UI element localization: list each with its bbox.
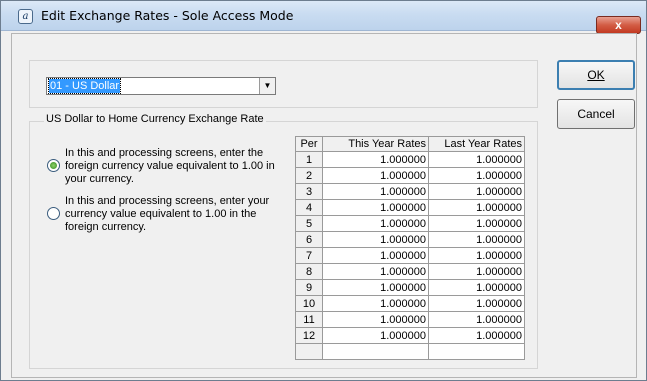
- cancel-button[interactable]: Cancel: [557, 99, 635, 129]
- radio-foreign-equivalent[interactable]: [47, 159, 60, 172]
- per-cell: 3: [295, 183, 323, 200]
- last-year-rate-cell[interactable]: 1.000000: [428, 167, 525, 184]
- table-row: 4 1.000000 1.000000: [295, 199, 525, 216]
- last-year-rate-cell[interactable]: 1.000000: [428, 215, 525, 232]
- per-cell: 5: [295, 215, 323, 232]
- per-cell: 6: [295, 231, 323, 248]
- window-title: Edit Exchange Rates - Sole Access Mode: [41, 8, 294, 23]
- this-year-rate-cell[interactable]: 1.000000: [322, 279, 429, 296]
- per-cell: 12: [295, 327, 323, 344]
- table-row: 12 1.000000 1.000000: [295, 327, 525, 344]
- last-year-rate-cell[interactable]: 1.000000: [428, 199, 525, 216]
- this-year-rate-cell[interactable]: 1.000000: [322, 327, 429, 344]
- title-bar[interactable]: a Edit Exchange Rates - Sole Access Mode…: [1, 1, 646, 34]
- per-cell: 8: [295, 263, 323, 280]
- table-row: [295, 343, 525, 360]
- per-cell: 1: [295, 151, 323, 168]
- per-cell: 7: [295, 247, 323, 264]
- this-year-rate-cell[interactable]: 1.000000: [322, 167, 429, 184]
- table-row: 11 1.000000 1.000000: [295, 311, 525, 328]
- this-year-rate-cell[interactable]: 1.000000: [322, 183, 429, 200]
- this-year-rate-cell[interactable]: 1.000000: [322, 311, 429, 328]
- this-year-rate-cell[interactable]: 1.000000: [322, 263, 429, 280]
- radio-foreign-equivalent-label[interactable]: In this and processing screens, enter th…: [65, 147, 285, 186]
- radio-home-equivalent[interactable]: [47, 207, 60, 220]
- last-year-rate-cell[interactable]: [428, 343, 525, 360]
- radio-home-equivalent-label[interactable]: In this and processing screens, enter yo…: [65, 195, 285, 234]
- currency-dropdown[interactable]: 01 - US Dollar ▼: [46, 77, 276, 95]
- table-row: 2 1.000000 1.000000: [295, 167, 525, 184]
- last-year-rate-cell[interactable]: 1.000000: [428, 247, 525, 264]
- last-year-rate-cell[interactable]: 1.000000: [428, 327, 525, 344]
- last-year-rate-cell[interactable]: 1.000000: [428, 231, 525, 248]
- ok-button[interactable]: OK: [557, 60, 635, 90]
- table-row: 5 1.000000 1.000000: [295, 215, 525, 232]
- last-year-rate-cell[interactable]: 1.000000: [428, 311, 525, 328]
- table-row: 6 1.000000 1.000000: [295, 231, 525, 248]
- this-year-rate-cell[interactable]: 1.000000: [322, 199, 429, 216]
- last-year-rate-cell[interactable]: 1.000000: [428, 183, 525, 200]
- table-row: 1 1.000000 1.000000: [295, 151, 525, 168]
- per-cell: 9: [295, 279, 323, 296]
- table-row: 3 1.000000 1.000000: [295, 183, 525, 200]
- exchange-rates-table: Per This Year Rates Last Year Rates 1 1.0…: [295, 136, 525, 360]
- exchange-rate-group-label: US Dollar to Home Currency Exchange Rate: [44, 113, 266, 125]
- per-cell: 4: [295, 199, 323, 216]
- per-cell: [295, 343, 323, 360]
- this-year-rate-cell[interactable]: 1.000000: [322, 295, 429, 312]
- ok-button-label: OK: [587, 68, 605, 82]
- this-year-rate-cell[interactable]: 1.000000: [322, 151, 429, 168]
- last-year-rate-cell[interactable]: 1.000000: [428, 151, 525, 168]
- column-header-last-year: Last Year Rates: [428, 136, 525, 152]
- last-year-rate-cell[interactable]: 1.000000: [428, 263, 525, 280]
- per-cell: 11: [295, 311, 323, 328]
- table-header-row: Per This Year Rates Last Year Rates: [295, 136, 525, 152]
- this-year-rate-cell[interactable]: 1.000000: [322, 215, 429, 232]
- last-year-rate-cell[interactable]: 1.000000: [428, 295, 525, 312]
- column-header-per: Per: [295, 136, 323, 152]
- per-cell: 2: [295, 167, 323, 184]
- this-year-rate-cell[interactable]: 1.000000: [322, 231, 429, 248]
- app-icon: a: [18, 9, 33, 24]
- table-row: 8 1.000000 1.000000: [295, 263, 525, 280]
- close-button[interactable]: x: [596, 16, 641, 34]
- per-cell: 10: [295, 295, 323, 312]
- this-year-rate-cell[interactable]: 1.000000: [322, 247, 429, 264]
- chevron-down-icon[interactable]: ▼: [259, 78, 275, 94]
- table-row: 7 1.000000 1.000000: [295, 247, 525, 264]
- table-row: 10 1.000000 1.000000: [295, 295, 525, 312]
- currency-selected-value: 01 - US Dollar: [47, 78, 122, 94]
- column-header-this-year: This Year Rates: [322, 136, 429, 152]
- table-row: 9 1.000000 1.000000: [295, 279, 525, 296]
- this-year-rate-cell[interactable]: [322, 343, 429, 360]
- last-year-rate-cell[interactable]: 1.000000: [428, 279, 525, 296]
